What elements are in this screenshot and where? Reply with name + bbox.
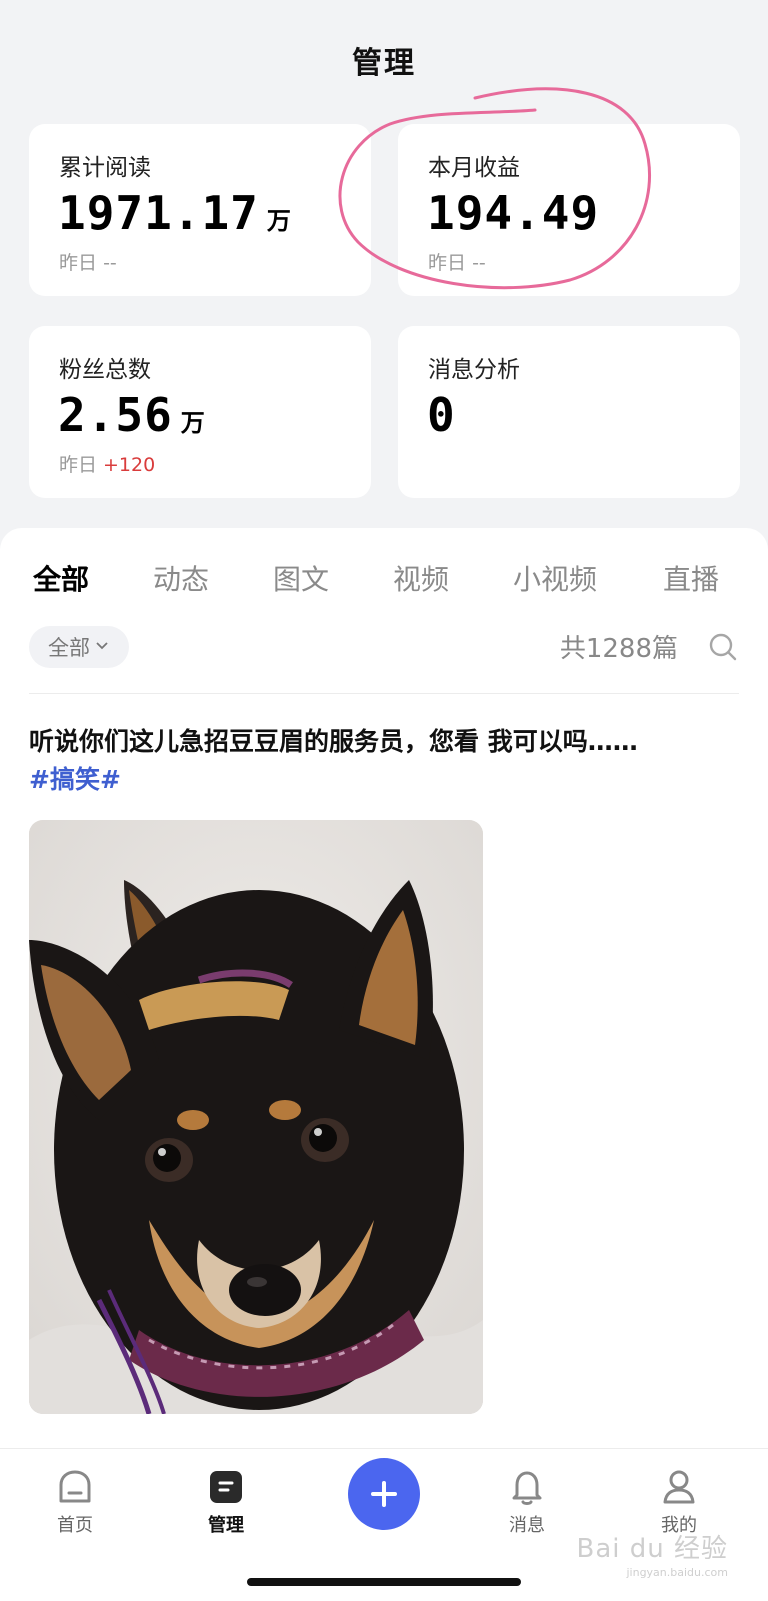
tab-manage[interactable]: 管理 xyxy=(166,1467,286,1537)
stat-label: 累计阅读 xyxy=(59,155,151,181)
manage-icon xyxy=(210,1471,242,1503)
stat-value: 2.56 万 xyxy=(58,388,206,442)
watermark-text: Bai du 经验 xyxy=(576,1534,728,1564)
post-hashtag[interactable]: #搞笑# xyxy=(29,761,121,799)
stat-card-message-analysis[interactable]: 消息分析 0 xyxy=(398,326,740,498)
tab-videos[interactable]: 视频 xyxy=(393,558,449,598)
divider xyxy=(29,693,739,694)
chevron-down-icon xyxy=(94,637,110,657)
stat-unit: 万 xyxy=(266,207,292,235)
stat-unit: 万 xyxy=(180,409,206,437)
page-title: 管理 xyxy=(352,46,416,81)
stat-delta: +120 xyxy=(103,454,156,476)
search-icon[interactable] xyxy=(708,632,738,662)
tab-all[interactable]: 全部 xyxy=(33,558,89,598)
post-image-dog[interactable] xyxy=(29,820,483,1414)
stat-label: 本月收益 xyxy=(428,155,520,181)
stat-value: 0 xyxy=(427,388,456,442)
tab-articles[interactable]: 图文 xyxy=(273,558,329,598)
home-icon xyxy=(59,1470,91,1503)
tab-updates[interactable]: 动态 xyxy=(153,558,209,598)
stat-sub: 昨日 -- xyxy=(59,252,117,274)
post-title[interactable]: 听说你们这儿急招豆豆眉的服务员，您看 我可以吗…… xyxy=(29,723,741,761)
bell-icon xyxy=(512,1471,542,1505)
plus-icon xyxy=(371,1481,397,1507)
home-indicator xyxy=(247,1578,521,1586)
tab-label: 首页 xyxy=(57,1515,93,1536)
stat-sub: 昨日 +120 xyxy=(59,454,156,476)
filter-dropdown[interactable]: 全部 xyxy=(29,626,129,668)
header: 管理 xyxy=(0,0,768,110)
content-panel: 全部 动态 图文 视频 小视频 直播 全部 共1288篇 听说你们这儿急招豆豆眉… xyxy=(0,528,768,1600)
stat-card-total-fans[interactable]: 粉丝总数 2.56 万 昨日 +120 xyxy=(29,326,371,498)
tab-home[interactable]: 首页 xyxy=(15,1467,135,1537)
tab-short-videos[interactable]: 小视频 xyxy=(513,558,597,598)
tab-live[interactable]: 直播 xyxy=(663,558,719,598)
article-count: 共1288篇 xyxy=(559,634,678,664)
tab-profile[interactable]: 我的 xyxy=(619,1467,739,1537)
tab-label: 管理 xyxy=(208,1515,244,1536)
stat-label: 消息分析 xyxy=(428,357,520,383)
user-icon xyxy=(663,1470,695,1504)
create-post-button[interactable] xyxy=(348,1458,420,1530)
content-type-tabs: 全部 动态 图文 视频 小视频 直播 xyxy=(0,558,768,608)
stat-value: 194.49 xyxy=(427,186,600,240)
watermark-url: jingyan.baidu.com xyxy=(626,1566,728,1579)
tab-label: 消息 xyxy=(509,1515,545,1536)
stat-sub: 昨日 -- xyxy=(428,252,486,274)
tab-messages[interactable]: 消息 xyxy=(467,1467,587,1537)
stat-label: 粉丝总数 xyxy=(59,357,151,383)
stat-card-monthly-income[interactable]: 本月收益 194.49 昨日 -- xyxy=(398,124,740,296)
stat-value: 1971.17 万 xyxy=(58,186,292,240)
filter-label: 全部 xyxy=(48,636,90,660)
stat-card-total-reads[interactable]: 累计阅读 1971.17 万 昨日 -- xyxy=(29,124,371,296)
